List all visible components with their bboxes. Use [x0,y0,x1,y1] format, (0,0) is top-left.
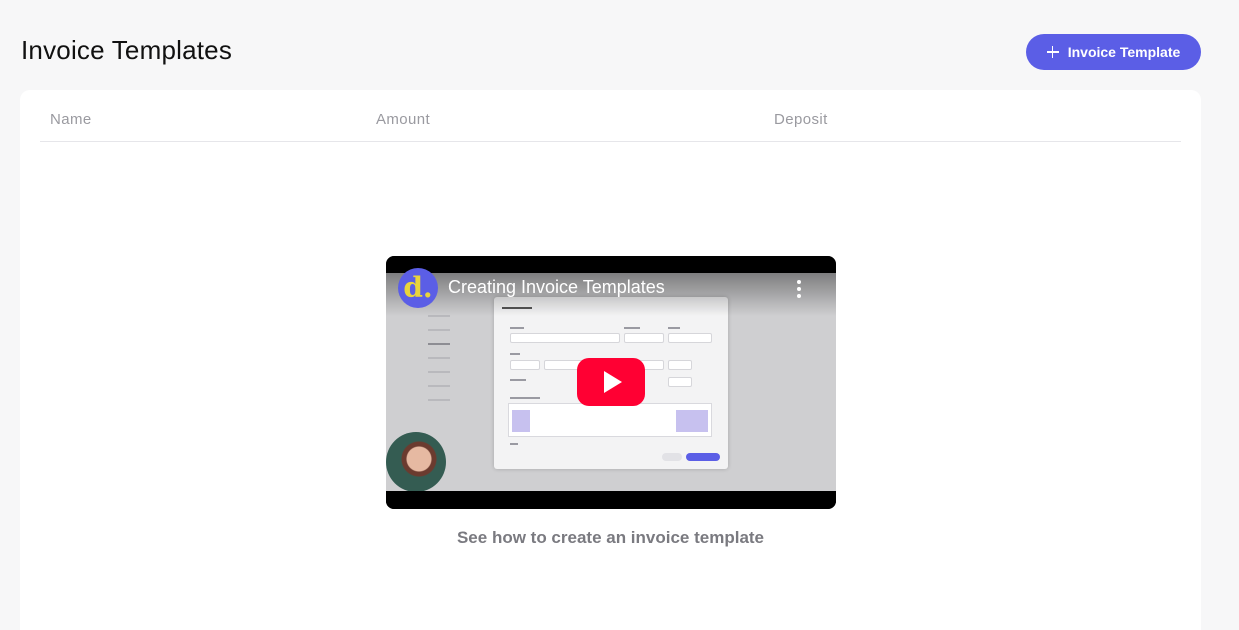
table-header: Name Amount Deposit [40,90,1181,142]
column-header-name[interactable]: Name [50,111,92,128]
channel-logo[interactable]: d. [398,268,438,308]
video-title[interactable]: Creating Invoice Templates [448,277,665,298]
templates-card: Name Amount Deposit d. Creating Invoice … [20,90,1201,630]
tutorial-video[interactable]: d. Creating Invoice Templates [386,256,836,509]
empty-state-caption: See how to create an invoice template [456,528,765,547]
more-vertical-icon[interactable] [796,280,802,298]
add-invoice-template-button[interactable]: Invoice Template [1026,34,1201,70]
page-title: Invoice Templates [21,35,233,65]
play-button[interactable] [577,358,645,406]
presenter-avatar [386,432,446,492]
plus-icon [1046,46,1059,58]
column-header-deposit[interactable]: Deposit [774,111,828,128]
add-invoice-template-label: Invoice Template [1067,44,1181,60]
play-icon [604,371,622,393]
column-header-amount[interactable]: Amount [376,111,430,128]
